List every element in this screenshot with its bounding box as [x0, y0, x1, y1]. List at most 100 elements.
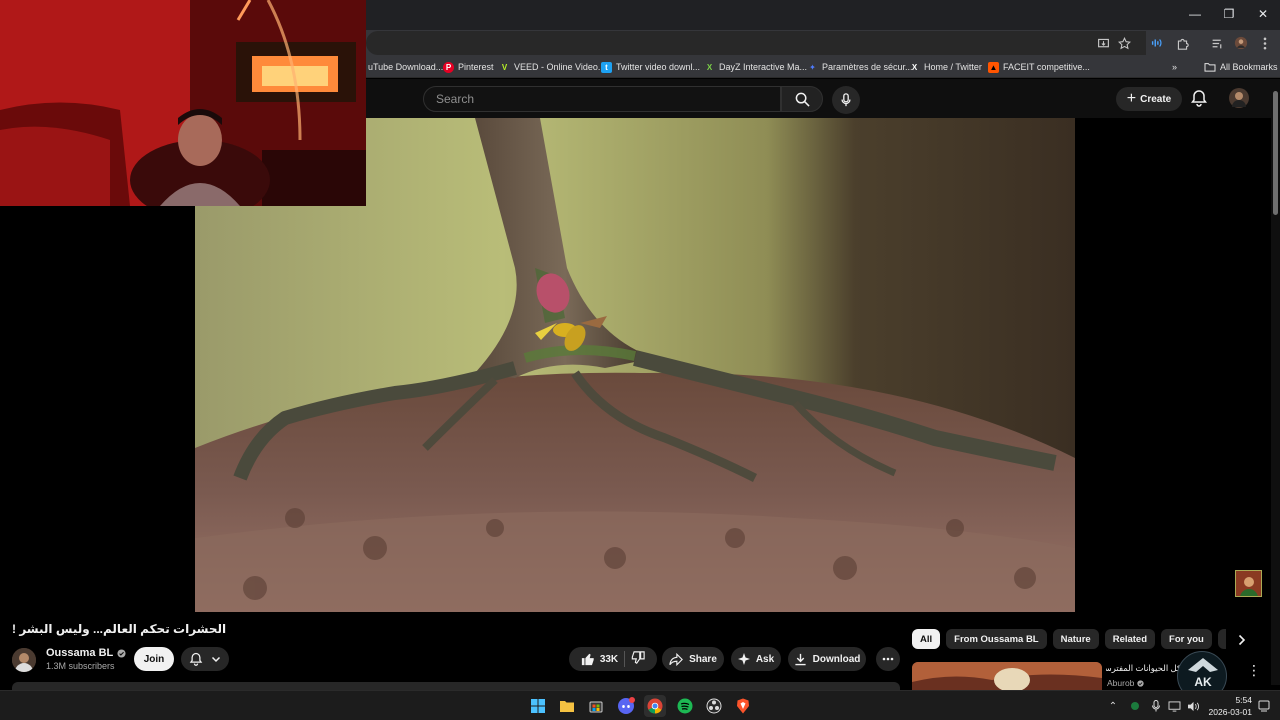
- tray-network-icon[interactable]: [1166, 698, 1182, 714]
- profile-avatar-icon[interactable]: [1232, 34, 1250, 52]
- subscribed-notifications-button[interactable]: [181, 647, 229, 671]
- channel-name[interactable]: Oussama BL: [46, 647, 126, 659]
- faceit-favicon: ▲: [988, 61, 999, 73]
- discord-icon[interactable]: [615, 695, 637, 717]
- chip-all[interactable]: All: [912, 629, 941, 649]
- recommended-more-icon[interactable]: ⋮: [1247, 662, 1261, 678]
- brave-icon[interactable]: [732, 695, 754, 717]
- twitter-downloader-favicon: t: [601, 61, 612, 73]
- bookmark-security-settings[interactable]: ✦ Paramètres de sécur...: [807, 59, 912, 75]
- thumbs-up-icon: [581, 653, 594, 666]
- media-controls-icon[interactable]: [1208, 34, 1226, 52]
- bookmark-youtube-download[interactable]: uTube Download...: [368, 59, 443, 75]
- bookmark-dayz[interactable]: X DayZ Interactive Ma...: [704, 59, 807, 75]
- security-favicon: ✦: [809, 62, 816, 72]
- minimize-button[interactable]: —: [1178, 0, 1212, 28]
- spotify-icon[interactable]: [674, 695, 696, 717]
- account-avatar[interactable]: [1229, 88, 1249, 108]
- bookmark-veed[interactable]: V VEED - Online Video...: [499, 59, 606, 75]
- related-filter-chips: All From Oussama BL Nature Related For y…: [912, 629, 1226, 651]
- webcam-overlay: [0, 0, 366, 206]
- tray-overflow-chevron-icon[interactable]: ⌃: [1105, 698, 1121, 714]
- notifications-button[interactable]: [1190, 89, 1210, 109]
- bookmarks-overflow-chevron-icon[interactable]: »: [1172, 59, 1177, 75]
- file-explorer-icon[interactable]: [556, 695, 578, 717]
- channel-avatar[interactable]: [12, 648, 36, 672]
- ask-button[interactable]: Ask: [731, 647, 781, 671]
- microsoft-store-icon[interactable]: [585, 695, 607, 717]
- description-box[interactable]: [12, 682, 900, 690]
- bookmark-star-icon[interactable]: [1115, 34, 1133, 52]
- bell-icon: [1191, 90, 1207, 107]
- clock-date: 2026-03-01: [1208, 707, 1252, 717]
- download-button[interactable]: Download: [788, 647, 866, 671]
- create-label: Create: [1140, 93, 1172, 105]
- bookmark-twitter-home[interactable]: X Home / Twitter: [909, 59, 982, 75]
- x-favicon: X: [911, 62, 918, 72]
- page-scrollbar[interactable]: [1271, 79, 1280, 685]
- chrome-icon[interactable]: [644, 695, 666, 717]
- chevron-right-icon: [1238, 634, 1246, 646]
- tray-app-icon[interactable]: [1127, 698, 1143, 714]
- dayz-favicon: X: [706, 62, 713, 72]
- bell-icon: [189, 652, 203, 666]
- download-icon: [795, 653, 806, 665]
- restore-button[interactable]: ❐: [1212, 0, 1246, 28]
- like-dislike-group: 33K: [569, 647, 657, 671]
- like-count: 33K: [599, 653, 619, 665]
- bookmark-pinterest[interactable]: P Pinterest: [443, 59, 494, 75]
- recommended-video-thumbnail[interactable]: [912, 662, 1102, 690]
- bookmark-twitter-downloader[interactable]: t Twitter video downl...: [601, 59, 700, 75]
- taskbar-clock[interactable]: 5:54 2026-03-01: [1206, 694, 1252, 718]
- more-actions-button[interactable]: [876, 647, 900, 671]
- dislike-button[interactable]: [631, 650, 645, 668]
- video-title: الحشرات تحكم العالم... وليس البشر !: [12, 622, 227, 636]
- search-button[interactable]: [781, 86, 823, 112]
- download-label: Download: [812, 653, 861, 665]
- recommended-channel[interactable]: Aburob: [1107, 678, 1145, 688]
- overlay-thumbnail[interactable]: [1235, 570, 1262, 597]
- microphone-icon: [841, 93, 851, 107]
- plus-icon: +: [1126, 90, 1137, 107]
- verified-check-icon: [117, 648, 126, 658]
- tray-volume-icon[interactable]: [1185, 698, 1201, 714]
- chip-from-channel[interactable]: From Oussama BL: [946, 629, 1047, 649]
- create-button[interactable]: + Create: [1116, 87, 1182, 111]
- like-button[interactable]: 33K: [581, 652, 618, 666]
- obs-studio-icon[interactable]: [703, 695, 725, 717]
- notification-center-icon[interactable]: [1256, 698, 1272, 714]
- search-icon: [795, 92, 810, 107]
- thumbs-down-icon: [631, 650, 645, 664]
- ask-label: Ask: [755, 653, 775, 665]
- chip-recently-uploaded[interactable]: Recently uploaded: [1217, 629, 1226, 649]
- share-button[interactable]: Share: [662, 647, 724, 671]
- like-divider: [624, 651, 626, 667]
- install-app-icon[interactable]: [1094, 34, 1112, 52]
- search-input[interactable]: [423, 86, 781, 112]
- chip-nature[interactable]: Nature: [1052, 629, 1099, 649]
- scrollbar-thumb[interactable]: [1273, 91, 1278, 215]
- browser-menu-icon[interactable]: [1256, 34, 1274, 52]
- sparkle-icon: [737, 653, 750, 665]
- extensions-puzzle-icon[interactable]: [1173, 34, 1191, 52]
- more-horizontal-icon: [882, 657, 894, 661]
- chip-related[interactable]: Related: [1104, 629, 1156, 649]
- chip-for-you[interactable]: For you: [1161, 629, 1212, 649]
- recommended-video-title[interactable]: تأكل الحيوانات المفترسة: [1106, 663, 1186, 674]
- window-controls: — ❐ ✕: [1178, 0, 1280, 28]
- all-bookmarks-folder[interactable]: All Bookmarks: [1204, 59, 1278, 75]
- clock-time: 5:54: [1235, 695, 1252, 705]
- veed-favicon: V: [501, 62, 508, 72]
- tray-microphone-icon[interactable]: [1148, 698, 1164, 714]
- chips-next-button[interactable]: [1234, 632, 1250, 648]
- close-button[interactable]: ✕: [1246, 0, 1280, 28]
- address-bar[interactable]: [366, 31, 1146, 55]
- join-button[interactable]: Join: [134, 647, 174, 671]
- audio-extension-icon[interactable]: [1148, 34, 1166, 52]
- voice-search-button[interactable]: [832, 86, 860, 114]
- bookmark-faceit[interactable]: ▲ FACEIT competitive...: [988, 59, 1090, 75]
- windows-start-icon[interactable]: [527, 695, 549, 717]
- search-box: [423, 86, 823, 112]
- folder-icon: [1204, 63, 1216, 72]
- share-label: Share: [689, 653, 717, 665]
